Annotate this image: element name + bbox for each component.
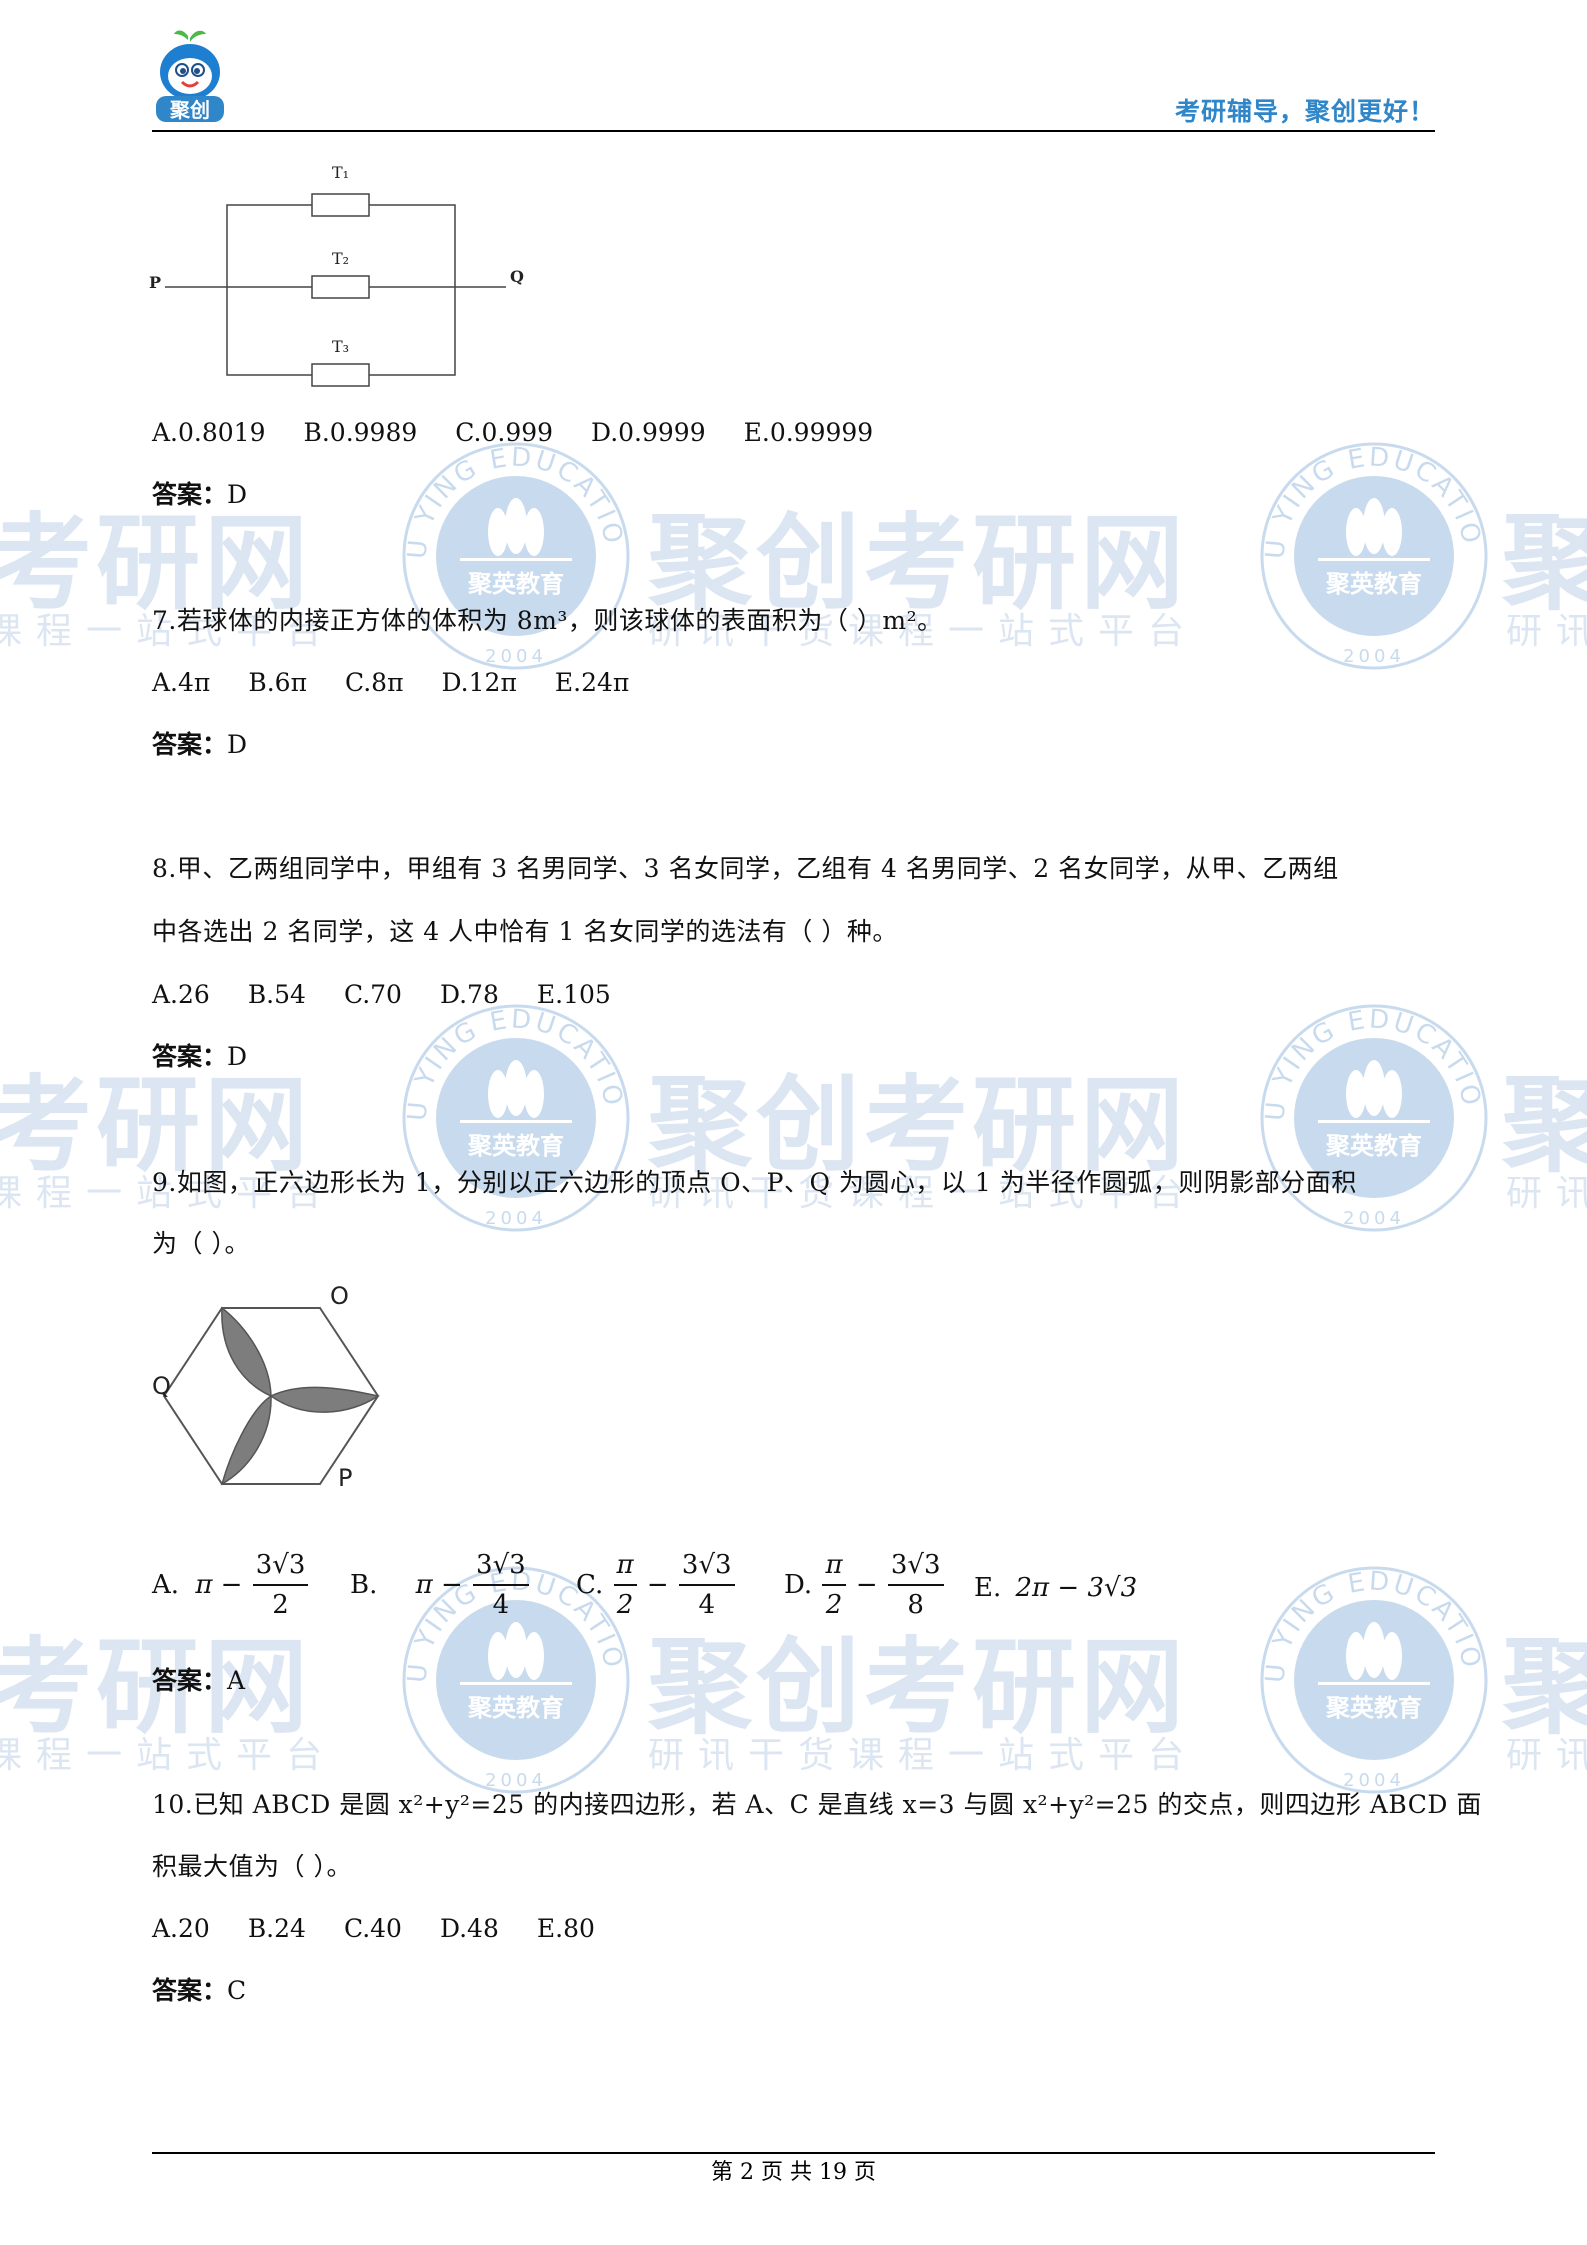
q7-option-c: C.8π	[345, 668, 404, 697]
watermark-subtext: 研讯	[1506, 1735, 1587, 1776]
answer-label: 答案：	[152, 1042, 228, 1071]
watermark-seal: JU YING EDUCATION聚英教育2004	[400, 1002, 630, 1232]
q9-question-line2: 为（ ）。	[152, 1229, 250, 1258]
q8-question-line1: 8.甲、乙两组同学中，甲组有 3 名男同学、3 名女同学，乙组有 4 名男同学、…	[152, 854, 1339, 883]
seal-year-text: 2004	[485, 1208, 547, 1229]
q8-option-a: A.26	[152, 980, 210, 1009]
vertex-label-o: O	[330, 1282, 349, 1310]
header-slogan: 考研辅导，聚创更好！	[1174, 97, 1435, 126]
answer-value: D	[227, 730, 248, 759]
q6-option-c: C.0.999	[455, 418, 554, 447]
q8-option-b: B.54	[247, 980, 306, 1009]
seal-center-text: 聚英教育	[467, 1694, 564, 1722]
resistor-t2	[311, 275, 370, 299]
vertex-label-p: P	[338, 1464, 352, 1492]
q9-option-a: A. π − 3√3 2	[152, 1548, 310, 1622]
answer-label: 答案：	[152, 1666, 228, 1695]
vertex-label-q: Q	[152, 1372, 171, 1400]
seal-center-text: 聚英教育	[467, 1132, 564, 1160]
q7-option-b: B.6π	[248, 668, 307, 697]
watermark-seal: JU YING EDUCATION聚英教育2004	[1258, 440, 1488, 670]
q10-question-line1: 10.已知 ABCD 是圆 x²+y²=25 的内接四边形，若 A、C 是直线 …	[152, 1790, 1482, 1819]
watermark-seal: JU YING EDUCATION聚英教育2004	[1258, 1564, 1488, 1794]
seal-year-text: 2004	[1343, 1770, 1405, 1791]
seal-center-text: 聚英教育	[1325, 1132, 1422, 1160]
page-number: 第 2 页 共 19 页	[711, 2160, 876, 2185]
q9-option-e: E. 2π − 3√3	[974, 1573, 1138, 1603]
q9-option-b: B. π − 3√3 4	[350, 1548, 531, 1622]
seal-center-text: 聚英教育	[1325, 1694, 1422, 1722]
q6-option-a: A.0.8019	[152, 418, 266, 447]
q7-options: A.4π B.6π C.8π D.12π E.24π	[152, 668, 667, 698]
label-q: Q	[510, 267, 524, 286]
logo-text: 聚创	[169, 98, 210, 122]
q10-option-d: D.48	[439, 1914, 499, 1943]
q7-option-d: D.12π	[441, 668, 517, 697]
q10-option-b: B.24	[247, 1914, 306, 1943]
q6-option-b: B.0.9989	[303, 418, 418, 447]
seal-year-text: 2004	[1343, 1208, 1405, 1229]
seal-year-text: 2004	[485, 646, 547, 667]
q8-answer: 答案：D	[152, 1042, 247, 1072]
q9-question-line1: 9.如图，正六边形长为 1，分别以正六边形的顶点 O、P、Q 为圆心，以 1 为…	[152, 1168, 1357, 1197]
label-t3: T₃	[332, 337, 349, 356]
mascot-logo-icon: 聚创	[156, 30, 224, 122]
watermark-subtext: 研讯	[1506, 611, 1587, 652]
q10-option-c: C.40	[343, 1914, 402, 1943]
answer-value: D	[227, 480, 248, 509]
answer-label: 答案：	[152, 1976, 228, 2005]
q7-option-e: E.24π	[554, 668, 630, 697]
watermark-subtext: 研讯	[1506, 1173, 1587, 1214]
answer-value: C	[227, 1976, 247, 2005]
circuit-diagram: T₁ T₂ T₃ P Q	[149, 163, 524, 387]
header-rule	[152, 130, 1435, 132]
q10-answer: 答案：C	[152, 1976, 246, 2006]
q8-option-c: C.70	[343, 980, 402, 1009]
q8-question-line2: 中各选出 2 名同学，这 4 人中恰有 1 名女同学的选法有（ ）种。	[152, 917, 898, 946]
seal-year-text: 2004	[1343, 646, 1405, 667]
q10-option-a: A.20	[152, 1914, 210, 1943]
q9-option-c: C. π2 − 3√3 4	[576, 1548, 737, 1622]
q9-answer: 答案：A	[152, 1666, 245, 1696]
q8-option-d: D.78	[439, 980, 499, 1009]
q6-answer: 答案：D	[152, 480, 247, 510]
resistor-t3	[311, 363, 370, 387]
q10-question-line2: 积最大值为（ ）。	[152, 1852, 352, 1881]
answer-label: 答案：	[152, 480, 228, 509]
q7-option-a: A.4π	[152, 668, 211, 697]
q10-option-e: E.80	[536, 1914, 595, 1943]
watermark-subtext: 研讯干货课程一站式平台	[648, 1735, 1199, 1776]
q7-question: 7.若球体的内接正方体的体积为 8m³，则该球体的表面积为（ ）m²。	[152, 606, 943, 635]
q6-option-e: E.0.99999	[743, 418, 874, 447]
watermark-subtext: 课程一站式平台	[0, 1735, 337, 1776]
q8-options: A.26 B.54 C.70 D.78 E.105	[152, 980, 649, 1010]
answer-value: A	[227, 1666, 246, 1695]
label-p: P	[149, 273, 161, 292]
q6-option-d: D.0.9999	[591, 418, 706, 447]
answer-value: D	[227, 1042, 248, 1071]
q6-options: A.0.8019 B.0.9989 C.0.999 D.0.9999 E.0.99999	[152, 418, 911, 448]
q7-answer: 答案：D	[152, 730, 247, 760]
resistor-t1	[311, 193, 370, 217]
seal-center-text: 聚英教育	[1325, 570, 1422, 598]
seal-center-text: 聚英教育	[467, 570, 564, 598]
answer-label: 答案：	[152, 730, 228, 759]
q10-options: A.20 B.24 C.40 D.48 E.80	[152, 1914, 633, 1944]
watermark-seal: JU YING EDUCATION聚英教育2004	[1258, 1002, 1488, 1232]
brand-logo: 聚创	[152, 26, 228, 126]
q8-option-e: E.105	[536, 980, 611, 1009]
seal-year-text: 2004	[485, 1770, 547, 1791]
label-t2: T₂	[332, 249, 349, 268]
hexagon-figure: O Q P	[152, 1282, 380, 1492]
label-t1: T₁	[332, 163, 349, 182]
watermark-seal: JU YING EDUCATION聚英教育2004	[400, 440, 630, 670]
q9-option-d: D. π2 − 3√3 8	[784, 1548, 946, 1622]
